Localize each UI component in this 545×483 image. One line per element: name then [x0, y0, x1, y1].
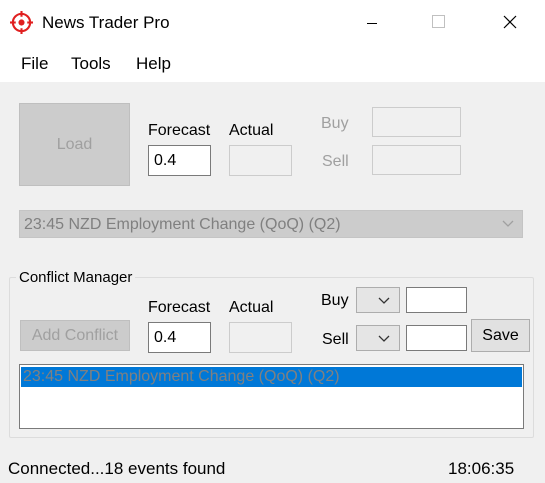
maximize-icon — [432, 15, 445, 28]
minimize-icon — [367, 23, 377, 24]
chevron-down-icon — [378, 297, 390, 304]
forecast-value: 0.4 — [154, 152, 177, 169]
menu-file[interactable]: File — [21, 54, 48, 74]
conflict-actual-field[interactable] — [229, 322, 292, 353]
app-window: News Trader Pro File Tools Help Load For… — [0, 0, 545, 483]
sell-label: Sell — [322, 153, 349, 170]
close-button[interactable] — [490, 0, 536, 46]
actual-label: Actual — [229, 122, 274, 139]
chevron-down-icon — [378, 335, 390, 342]
close-icon — [503, 15, 517, 29]
forecast-label: Forecast — [148, 122, 211, 139]
minimize-button[interactable] — [349, 0, 395, 46]
buy-select[interactable] — [356, 287, 400, 313]
chevron-down-icon — [502, 220, 514, 227]
buy-label: Buy — [321, 115, 349, 132]
save-button[interactable]: Save — [471, 319, 530, 352]
load-button[interactable]: Load — [19, 103, 130, 186]
conflict-actual-label: Actual — [229, 299, 274, 316]
conflict-buy-field[interactable] — [406, 287, 467, 313]
title-bar[interactable]: News Trader Pro — [0, 0, 545, 46]
menu-help[interactable]: Help — [136, 54, 171, 74]
conflict-forecast-field[interactable]: 0.4 — [148, 322, 211, 353]
window-title: News Trader Pro — [42, 13, 170, 32]
event-select-value: 23:45 NZD Employment Change (QoQ) (Q2) — [24, 216, 341, 233]
conflict-sell-field[interactable] — [406, 325, 467, 351]
status-bar: Connected...18 events found 18:06:35 — [0, 454, 545, 483]
conflict-manager-title: Conflict Manager — [16, 269, 136, 286]
menu-tools[interactable]: Tools — [71, 54, 111, 74]
conflict-buy-label: Buy — [321, 292, 349, 309]
list-item-label: 23:45 NZD Employment Change (QoQ) (Q2) — [23, 368, 340, 385]
list-item[interactable]: 23:45 NZD Employment Change (QoQ) (Q2) — [21, 367, 522, 387]
forecast-field[interactable]: 0.4 — [148, 145, 211, 176]
conflict-forecast-label: Forecast — [148, 299, 211, 316]
sell-select[interactable] — [356, 325, 400, 351]
menu-bar: File Tools Help — [0, 46, 545, 82]
sell-field[interactable] — [372, 145, 461, 175]
status-time: 18:06:35 — [448, 459, 515, 478]
actual-field[interactable] — [229, 145, 292, 176]
conflict-sell-label: Sell — [322, 331, 349, 348]
conflict-list[interactable]: 23:45 NZD Employment Change (QoQ) (Q2) — [19, 364, 524, 429]
buy-field[interactable] — [372, 107, 461, 137]
status-text: Connected...18 events found — [8, 459, 226, 478]
conflict-forecast-value: 0.4 — [154, 329, 177, 346]
add-conflict-button[interactable]: Add Conflict — [20, 320, 130, 351]
event-select[interactable]: 23:45 NZD Employment Change (QoQ) (Q2) — [19, 210, 523, 238]
maximize-button[interactable] — [415, 0, 461, 46]
crosshair-app-icon — [10, 11, 33, 34]
